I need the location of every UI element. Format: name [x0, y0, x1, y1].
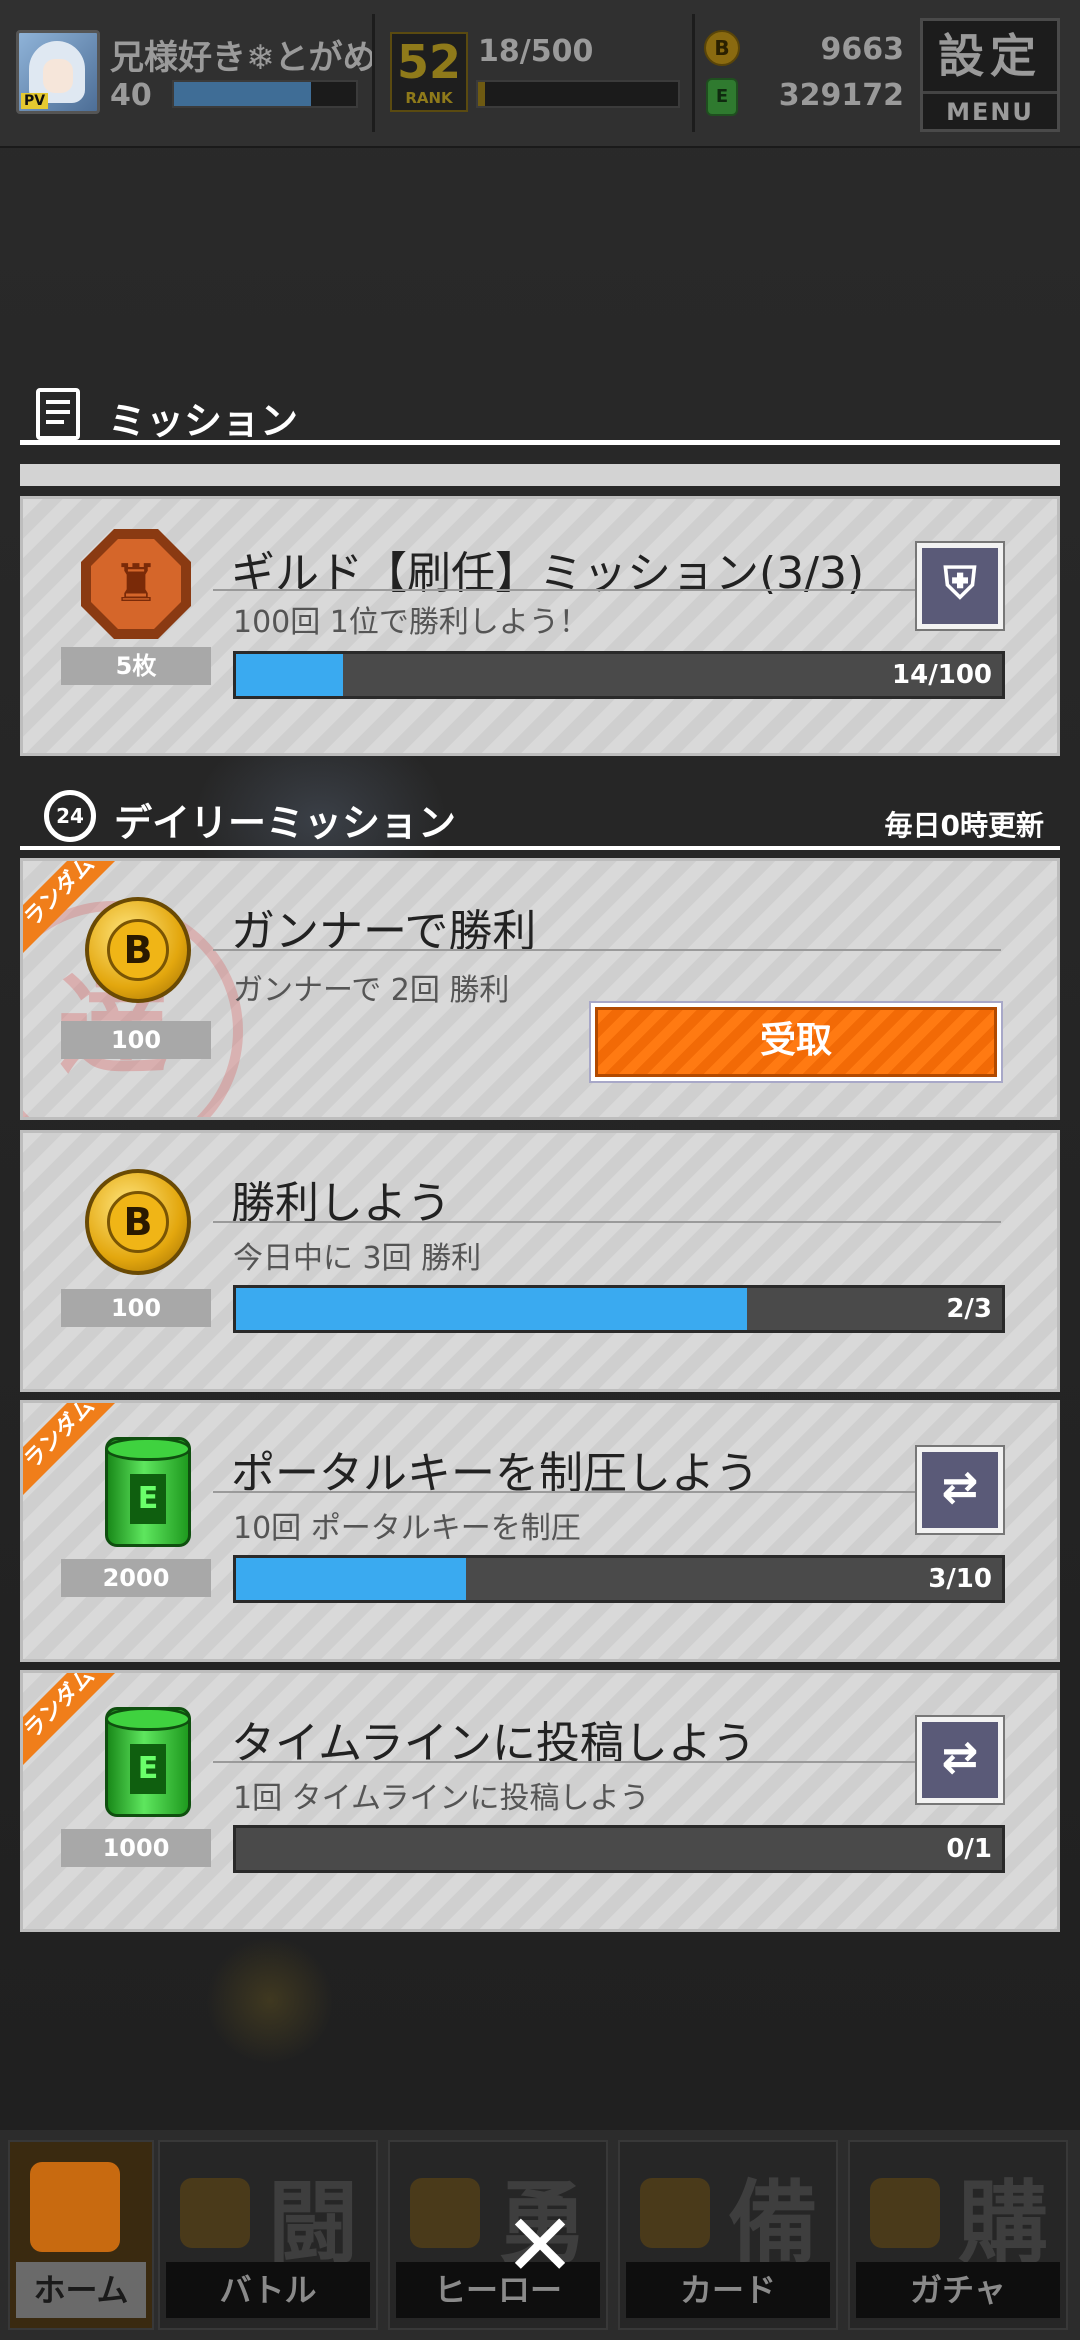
nav-kanji: 購 [958, 2171, 1048, 2276]
mission-description: 1回 タイムラインに投稿しよう [233, 1781, 650, 1816]
reroll-button[interactable]: ⇄ [915, 1715, 1005, 1805]
divider [692, 14, 695, 132]
menu-label: MENU [946, 98, 1034, 126]
mission-section-title: ミッション [108, 399, 299, 443]
daily-mission-card[interactable]: B 100 勝利しよう 今日中に 3回 勝利 2/3 [20, 1130, 1060, 1392]
green-drum-icon: E [93, 1437, 203, 1547]
home-icon [30, 2162, 120, 2252]
gamepad-icon [180, 2178, 250, 2248]
panel-strip [20, 464, 1060, 486]
daily-mission-card[interactable]: ランダム E 2000 ポータルキーを制圧しよう 10回 ポータルキーを制圧 ⇄… [20, 1400, 1060, 1662]
mission-description: ガンナーで 2回 勝利 [233, 973, 510, 1008]
section-underline [20, 846, 1060, 850]
menu-kanji: 設定 [923, 21, 1057, 94]
title-underline [213, 949, 1001, 951]
reward-count: 2000 [61, 1559, 211, 1597]
card-icon [640, 2178, 710, 2248]
nav-kanji: 備 [728, 2171, 818, 2276]
section-underline [20, 440, 1060, 445]
guild-medal-icon: ♜ [81, 529, 191, 639]
refresh-note: 毎日0時更新 [884, 809, 1044, 842]
title-underline [213, 589, 967, 591]
gold-coin-icon: B [704, 30, 740, 66]
daily-section-title: デイリーミッション [114, 801, 457, 845]
exp-bar [172, 80, 358, 108]
progress-text: 0/1 [946, 1834, 992, 1864]
nav-kanji: 闘 [268, 2171, 358, 2276]
reroll-button[interactable]: ⇄ [915, 1445, 1005, 1535]
reward-count: 1000 [61, 1829, 211, 1867]
reward-count: 100 [61, 1021, 211, 1059]
reward-count: 5枚 [61, 647, 211, 685]
mission-progress-bar: 3/10 [233, 1555, 1005, 1603]
clock-24-icon: 24 [44, 790, 96, 842]
document-icon [36, 388, 80, 440]
mission-description: 100回 1位で勝利しよう！ [233, 605, 589, 640]
nav-label: ホーム [16, 2262, 146, 2318]
reward-count: 100 [61, 1289, 211, 1327]
divider [372, 14, 375, 132]
stamina-text: 18/500 [478, 34, 594, 69]
mission-title: ギルド【刷任】ミッション(3/3) [231, 548, 865, 599]
hero-icon [410, 2178, 480, 2248]
nav-gacha[interactable]: 購 ガチャ [848, 2140, 1068, 2330]
status-bar: PV 兄様好き❄とがめ 40 52 RANK 18/500 B E 9663 3… [0, 0, 1080, 148]
claim-button-label: 受取 [595, 1007, 997, 1077]
nav-card[interactable]: 備 カード [618, 2140, 838, 2330]
close-button[interactable]: ✕ [496, 2202, 584, 2290]
nav-battle[interactable]: 闘 バトル [158, 2140, 378, 2330]
mission-description: 10回 ポータルキーを制圧 [233, 1511, 581, 1546]
progress-text: 3/10 [928, 1564, 992, 1594]
claim-button[interactable]: 受取 [589, 1001, 1003, 1083]
player-avatar[interactable]: PV [16, 30, 100, 114]
rank-badge: 52 RANK [390, 32, 468, 112]
title-underline [213, 1221, 1001, 1223]
mission-progress-bar: 2/3 [233, 1285, 1005, 1333]
progress-text: 2/3 [946, 1294, 992, 1324]
progress-text: 14/100 [892, 660, 992, 690]
guild-mission-card[interactable]: ♜ 5枚 ギルド【刷任】ミッション(3/3) 100回 1位で勝利しよう！ ⛨ … [20, 496, 1060, 756]
rank-number: 52 [396, 35, 461, 89]
rank-label: RANK [405, 89, 453, 107]
nav-home[interactable]: ホーム [8, 2140, 154, 2330]
gold-coin-icon: B [85, 897, 195, 1007]
title-underline [213, 1761, 967, 1763]
refresh-icon: ⇄ [941, 1732, 979, 1783]
menu-button[interactable]: 設定 MENU [920, 18, 1060, 132]
daily-section-header: 24 デイリーミッション 毎日0時更新 [20, 786, 1060, 852]
green-drum-icon: E [93, 1707, 203, 1817]
player-level: 40 [110, 78, 152, 113]
title-underline [213, 1491, 967, 1493]
nav-label: カード [626, 2262, 830, 2318]
gold-coin-icon: B [85, 1169, 195, 1279]
refresh-icon: ⇄ [941, 1462, 979, 1513]
nav-label: バトル [166, 2262, 370, 2318]
mission-progress-bar: 14/100 [233, 651, 1005, 699]
player-name: 兄様好き❄とがめ [110, 38, 377, 78]
shield-icon: ⛨ [943, 558, 977, 609]
gacha-icon [870, 2178, 940, 2248]
green-drum-icon: E [706, 78, 738, 116]
mission-progress-bar: 0/1 [233, 1825, 1005, 1873]
gold-currency: 9663 [820, 32, 905, 67]
mission-section-header: ミッション [20, 384, 1060, 448]
stamina-bar [476, 80, 680, 108]
green-currency: 329172 [778, 78, 904, 113]
nav-label: ガチャ [856, 2262, 1060, 2318]
mission-description: 今日中に 3回 勝利 [233, 1241, 482, 1276]
daily-mission-card[interactable]: 達 ランダム B 100 ガンナーで勝利 ガンナーで 2回 勝利 受取 [20, 858, 1060, 1120]
daily-mission-card[interactable]: ランダム E 1000 タイムラインに投稿しよう 1回 タイムラインに投稿しよう… [20, 1670, 1060, 1932]
shield-button[interactable]: ⛨ [915, 541, 1005, 631]
